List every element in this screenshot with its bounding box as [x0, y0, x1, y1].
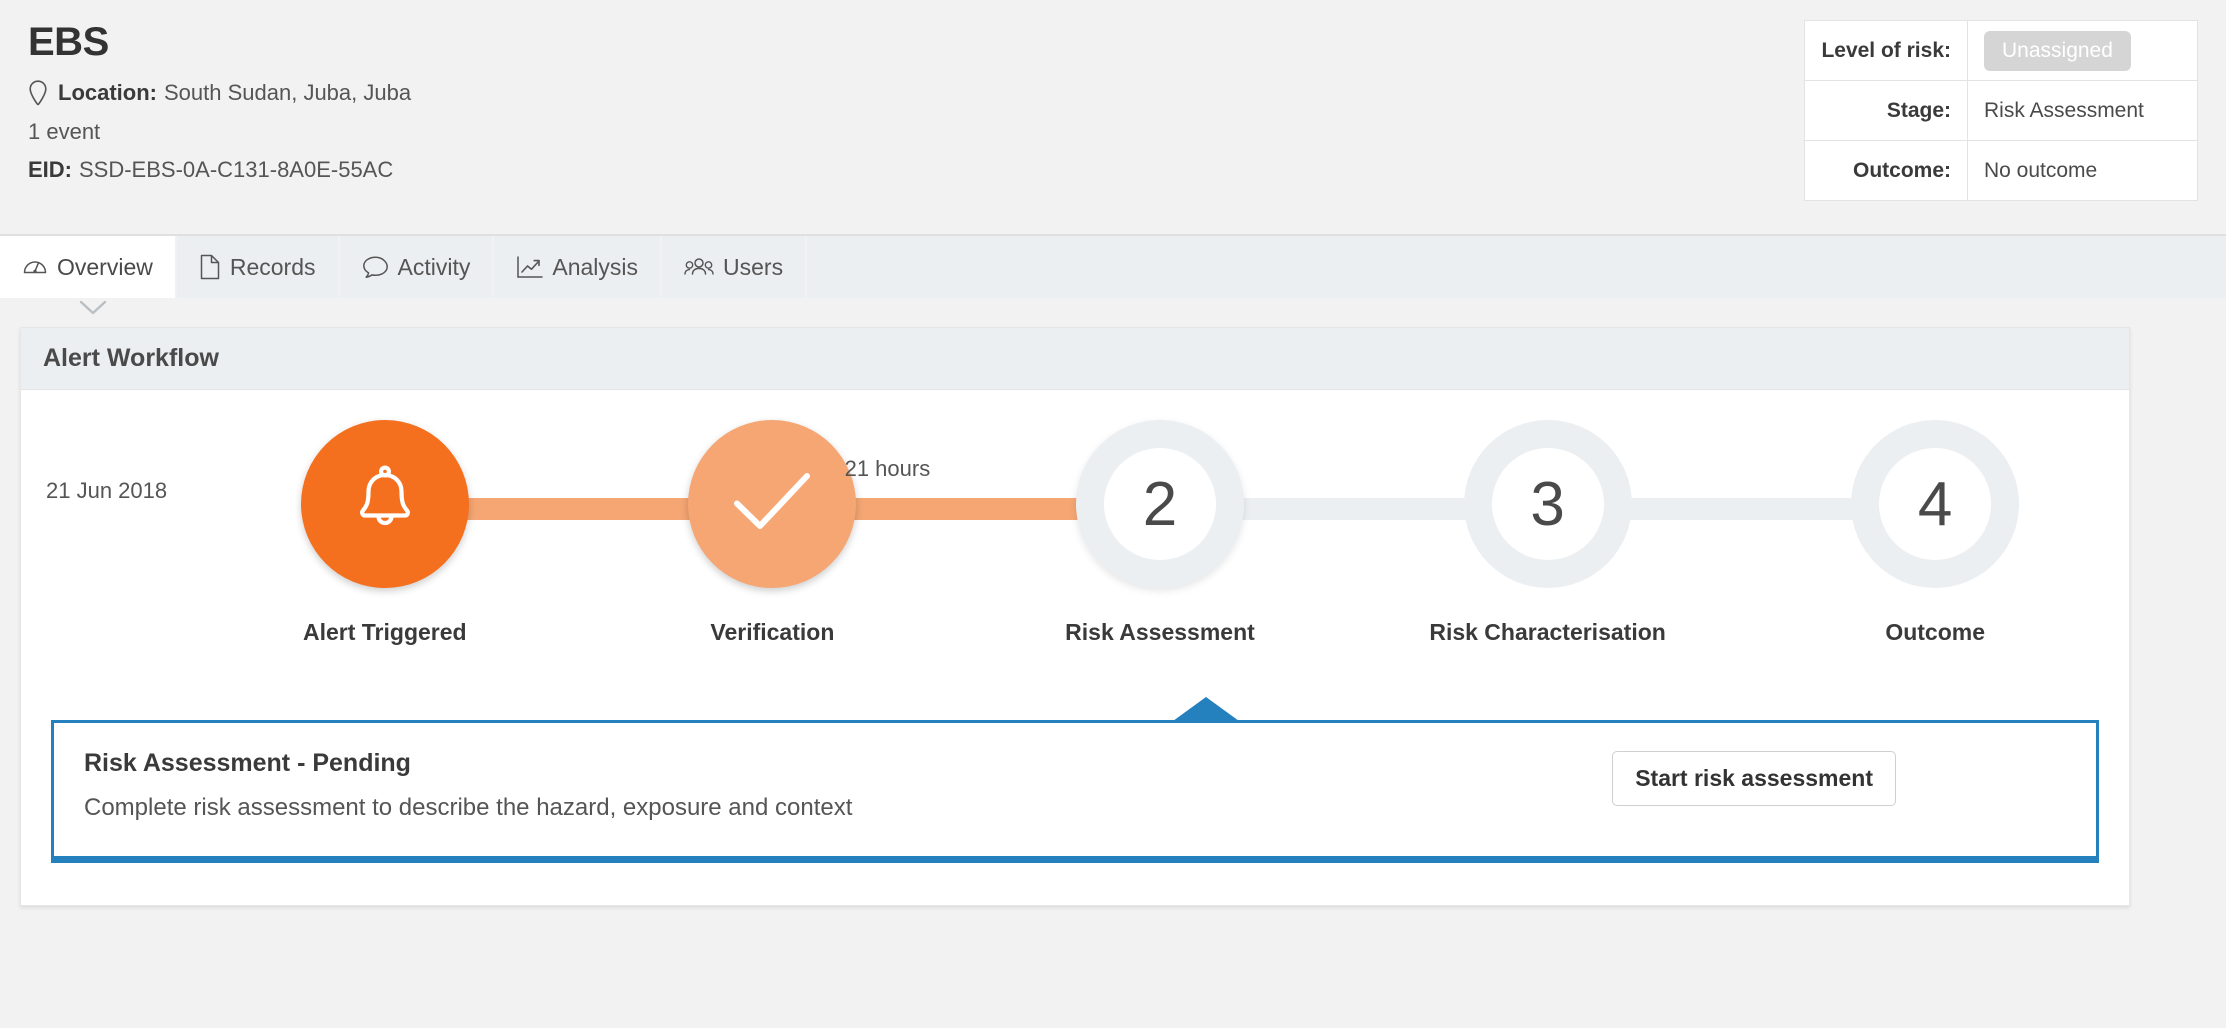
location-row: Location: South Sudan, Juba, Juba: [28, 74, 411, 113]
chat-bubble-icon: [362, 255, 389, 280]
step-number-4: 3: [1491, 448, 1604, 560]
step-number-3: 2: [1103, 448, 1216, 560]
check-icon: [730, 469, 814, 540]
step-circle-5[interactable]: 4: [1851, 420, 2020, 588]
table-row: Outcome: No outcome: [1804, 140, 2198, 201]
tab-activity[interactable]: Activity: [339, 236, 495, 298]
card-body: 21 Jun 2018 Alert Triggered 21 hours Ver…: [21, 390, 2129, 905]
bell-icon: [348, 463, 422, 546]
tab-label: Overview: [57, 253, 153, 280]
workflow-step-verification[interactable]: 21 hours Verification: [579, 420, 1160, 647]
alert-workflow-card: Alert Workflow 21 Jun 2018 Alert Trigger…: [20, 327, 2130, 906]
callout-text-block: Risk Assessment - Pending Complete risk …: [84, 749, 852, 822]
duration-label: 21 hours: [844, 456, 931, 481]
chevron-down-icon[interactable]: [78, 298, 108, 318]
status-badge[interactable]: Unassigned: [1984, 30, 2131, 71]
header-left-block: EBS Location: South Sudan, Juba, Juba 1 …: [28, 20, 411, 190]
eid-label: EID:: [28, 157, 72, 182]
pending-stage-callout-wrap: Risk Assessment - Pending Complete risk …: [21, 697, 2129, 905]
users-icon: [684, 255, 714, 279]
workflow-timeline: 21 Jun 2018 Alert Triggered 21 hours Ver…: [21, 390, 2129, 720]
callout-pointer-arrow: [1173, 697, 1239, 721]
tab-label: Records: [229, 253, 316, 280]
tab-overview[interactable]: Overview: [0, 236, 177, 298]
step-circle-4[interactable]: 3: [1463, 420, 1632, 588]
step-label-5: Outcome: [1885, 619, 1986, 645]
workflow-steps: Alert Triggered 21 hours Verification 2 …: [191, 420, 2129, 647]
event-count: 1 event: [28, 118, 101, 144]
workflow-step-alert-triggered[interactable]: Alert Triggered: [191, 420, 773, 647]
location-label: Location:: [58, 80, 157, 105]
step-label-3: Risk Assessment: [1065, 619, 1255, 645]
step-label-2: Verification: [710, 619, 835, 645]
step-circle-2[interactable]: [688, 420, 857, 588]
table-row: Level of risk: Unassigned: [1804, 20, 2198, 81]
eid-row: EID: SSD-EBS-0A-C131-8A0E-55AC: [28, 151, 411, 190]
level-of-risk-cell: Unassigned: [1967, 20, 2198, 81]
outcome-label: Outcome:: [1804, 140, 1968, 201]
eid-value: SSD-EBS-0A-C131-8A0E-55AC: [79, 157, 394, 182]
tab-label: Activity: [397, 253, 471, 280]
map-pin-icon: [28, 80, 50, 106]
step-label-1: Alert Triggered: [302, 619, 467, 645]
table-row: Stage: Risk Assessment: [1804, 80, 2198, 141]
outcome-value: No outcome: [1967, 140, 2198, 201]
workflow-step-risk-assessment[interactable]: 2 Risk Assessment: [966, 420, 1548, 647]
file-icon: [199, 254, 221, 280]
stage-value: Risk Assessment: [1967, 80, 2198, 141]
page-header: EBS Location: South Sudan, Juba, Juba 1 …: [0, 0, 2226, 236]
chart-line-icon: [516, 255, 544, 280]
step-circle-1[interactable]: [300, 420, 469, 588]
tab-analysis[interactable]: Analysis: [494, 236, 663, 298]
tab-users[interactable]: Users: [662, 236, 808, 298]
timeline-date: 21 Jun 2018: [46, 478, 168, 503]
page-title: EBS: [28, 20, 109, 64]
summary-info-table: Level of risk: Unassigned Stage: Risk As…: [1804, 20, 2198, 201]
card-title: Alert Workflow: [21, 328, 2129, 390]
tab-bar: Overview Records Activity Analysis Users: [0, 236, 2226, 315]
stage-label: Stage:: [1804, 80, 1968, 141]
step-circle-3[interactable]: 2: [1075, 420, 1244, 588]
level-of-risk-label: Level of risk:: [1804, 20, 1968, 81]
step-number-5: 4: [1879, 448, 1992, 560]
pending-stage-callout: Risk Assessment - Pending Complete risk …: [51, 720, 2099, 863]
workflow-step-risk-characterisation[interactable]: 3 Risk Characterisation: [1354, 420, 1936, 647]
callout-title: Risk Assessment - Pending: [84, 749, 411, 777]
tab-records[interactable]: Records: [176, 236, 340, 298]
location-value: South Sudan, Juba, Juba: [164, 80, 412, 105]
workflow-step-outcome[interactable]: 4 Outcome: [1741, 420, 2129, 647]
start-risk-assessment-button[interactable]: Start risk assessment: [1612, 751, 1896, 806]
callout-description: Complete risk assessment to describe the…: [84, 794, 853, 821]
step-label-4: Risk Characterisation: [1429, 619, 1666, 645]
tab-bar-filler: [807, 236, 2226, 298]
gauge-icon: [22, 254, 48, 280]
tab-label: Analysis: [552, 253, 639, 280]
tab-label: Users: [723, 253, 784, 280]
